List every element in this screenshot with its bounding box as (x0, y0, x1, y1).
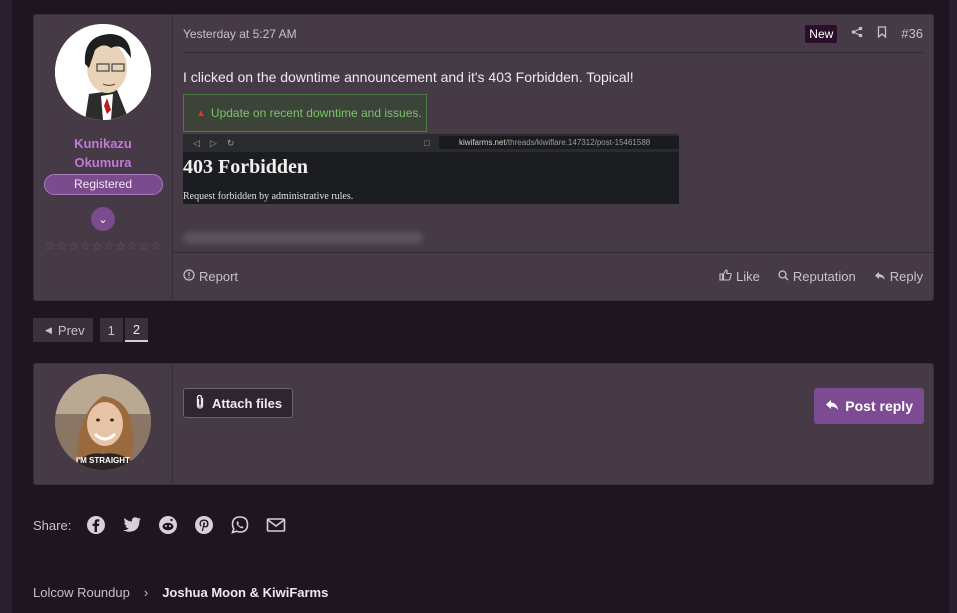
expand-user-info-button[interactable]: ⌄ (91, 207, 115, 231)
reddit-icon[interactable] (157, 514, 179, 536)
report-label: Report (199, 269, 239, 284)
bookmark-icon: □ (424, 138, 430, 148)
share-label: Share: (33, 517, 72, 533)
pinterest-icon[interactable] (193, 514, 215, 536)
post-footer-actions: Like Reputation Reply (719, 269, 923, 284)
star-icon: ☆ (91, 239, 103, 253)
star-icon: ☆ (138, 239, 150, 253)
star-icon: ☆ (68, 239, 79, 253)
reply-main-cell: Attach files Post reply (173, 364, 933, 484)
star-icon: ☆ (56, 239, 68, 253)
paperclip-icon (194, 394, 206, 413)
like-label: Like (736, 269, 760, 284)
post-text: I clicked on the downtime announcement a… (183, 69, 634, 85)
post-reply-button[interactable]: Post reply (814, 388, 924, 424)
reply-arrow-icon (874, 269, 886, 284)
forward-icon: ▷ (209, 137, 217, 148)
thumbs-up-icon (719, 269, 732, 284)
reputation-button[interactable]: Reputation (778, 269, 856, 284)
avatar[interactable]: I'M STRAIGHT (55, 374, 151, 470)
page-1-link[interactable]: 1 (99, 318, 123, 342)
breadcrumb-current[interactable]: Joshua Moon & KiwiFarms (162, 585, 328, 600)
username-line1[interactable]: Kunikazu (74, 134, 132, 153)
announcement-text: Update on recent downtime and issues. (210, 106, 422, 120)
page-gutter-right (949, 0, 957, 613)
post-header: Yesterday at 5:27 AM New #36 (183, 15, 923, 53)
new-badge: New (805, 24, 838, 43)
post-header-actions: New #36 (805, 24, 923, 43)
chevron-right-icon: › (143, 585, 149, 600)
star-icon: ☆ (150, 239, 162, 253)
screenshot-url-bar: kiwifarms.net/threads/kiwiflare.147312/p… (439, 136, 679, 149)
star-icon: ☆ (103, 239, 115, 253)
avatar-caption: I'M STRAIGHT (76, 456, 130, 465)
post-user-cell: Kunikazu Okumura Registered ⌄ ☆ ☆ ☆ ☆ ☆ ☆ ☆ ☆ ☆ ☆ (34, 15, 173, 300)
reputation-label: Reputation (792, 269, 856, 284)
reply-label: Reply (889, 269, 923, 284)
pagination: ◀ Prev 1 2 (33, 318, 150, 342)
star-icon: ☆ (115, 239, 127, 253)
user-rating-stars: ☆ ☆ ☆ ☆ ☆ ☆ ☆ ☆ ☆ ☆ (45, 239, 162, 253)
post-reply-label: Post reply (845, 398, 913, 414)
reply-button[interactable]: Reply (874, 269, 923, 284)
bookmark-icon[interactable] (877, 26, 887, 41)
prev-page-button[interactable]: ◀ Prev (33, 318, 93, 342)
breadcrumb-parent[interactable]: Lolcow Roundup (33, 585, 130, 600)
screenshot-description: Request forbidden by administrative rule… (183, 191, 354, 202)
post-date[interactable]: Yesterday at 5:27 AM (183, 27, 297, 41)
page-2-current[interactable]: 2 (124, 318, 149, 342)
email-icon[interactable] (265, 514, 287, 536)
screenshot-url-host: kiwifarms.net (459, 138, 506, 147)
avatar[interactable] (55, 24, 151, 120)
attach-files-label: Attach files (212, 395, 283, 411)
share-icon[interactable] (851, 26, 863, 41)
reload-icon: ↻ (226, 137, 235, 148)
prev-label: Prev (57, 322, 85, 338)
facebook-icon[interactable] (85, 514, 107, 536)
screenshot-url-path: /threads/kiwiflare.147312/post-15461588 (505, 138, 651, 147)
reply-user-cell: I'M STRAIGHT (34, 364, 173, 484)
like-button[interactable]: Like (719, 269, 760, 284)
alarm-icon: ▲ (196, 107, 206, 119)
star-icon: ☆ (127, 239, 138, 253)
breadcrumb: Lolcow Roundup › Joshua Moon & KiwiFarms (33, 585, 328, 600)
report-link[interactable]: Report (183, 269, 238, 284)
star-icon: ☆ (79, 239, 91, 253)
post-footer: Report Like Reputation Reply (173, 252, 933, 300)
back-icon: ◁ (193, 137, 200, 148)
post-body: I clicked on the downtime announcement a… (183, 69, 923, 244)
chevron-left-icon: ◀ (45, 324, 52, 335)
share-icons (85, 514, 287, 536)
attach-files-button[interactable]: Attach files (183, 388, 294, 418)
page-gutter-left (0, 0, 12, 613)
search-icon (778, 269, 789, 284)
role-badge: Registered (43, 174, 163, 195)
whatsapp-icon[interactable] (229, 514, 251, 536)
screenshot-title: 403 Forbidden (183, 156, 309, 178)
chevron-down-icon: ⌄ (98, 213, 108, 226)
username[interactable]: Kunikazu Okumura (74, 134, 132, 172)
forum-post: Kunikazu Okumura Registered ⌄ ☆ ☆ ☆ ☆ ☆ ☆ ☆ ☆ ☆ ☆… (33, 14, 934, 301)
post-number-link[interactable]: #36 (901, 26, 923, 41)
embedded-screenshot[interactable]: ◁ ▷ ↻ □ kiwifarms.net/threads/kiwiflare.… (183, 134, 679, 204)
star-icon: ☆ (44, 239, 56, 253)
username-line2[interactable]: Okumura (74, 153, 132, 172)
report-icon (183, 269, 195, 284)
twitter-icon[interactable] (121, 514, 143, 536)
quick-reply-box: I'M STRAIGHT Attach files Post reply (33, 363, 934, 485)
announcement-link[interactable]: ▲ Update on recent downtime and issues. (183, 94, 427, 132)
post-main-cell: Yesterday at 5:27 AM New #36 I clicked o… (173, 15, 933, 300)
reply-arrow-icon (825, 398, 839, 414)
share-bar: Share: (33, 514, 287, 536)
blurred-signature (183, 232, 423, 244)
